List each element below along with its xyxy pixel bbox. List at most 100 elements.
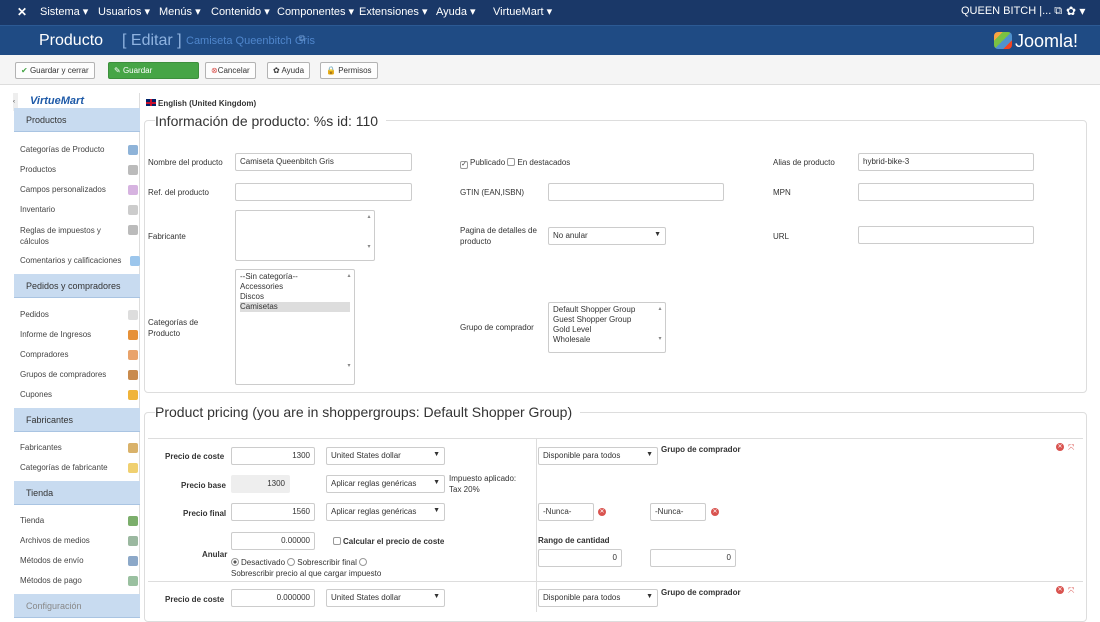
menu-contenido[interactable]: Contenido ▾ <box>211 5 270 18</box>
product-info-title: Información de producto: %s id: 110 <box>155 113 387 129</box>
sidebar-item-pago[interactable]: Métodos de pago <box>20 576 138 586</box>
save-button[interactable]: ✎ Guardar <box>108 62 199 79</box>
price-row-divider <box>148 581 1083 582</box>
menu-menus[interactable]: Menús ▾ <box>159 5 201 18</box>
sidebar-item-envio[interactable]: Métodos de envío <box>20 556 138 566</box>
sidebar-item-inventario[interactable]: Inventario <box>20 205 138 215</box>
ref-input[interactable] <box>235 183 412 201</box>
menu-sistema[interactable]: Sistema ▾ <box>40 5 88 18</box>
override-price-input[interactable]: 0.00000 <box>231 532 315 550</box>
sidebar-item-informe[interactable]: Informe de Ingresos <box>20 330 138 340</box>
caret-down-icon: ▼ <box>654 231 661 238</box>
menu-componentes[interactable]: Componentes ▾ <box>277 5 354 18</box>
currency-select-2[interactable]: United States dollar ▼ <box>326 589 445 607</box>
discount-rules-select[interactable]: Aplicar reglas genéricas ▼ <box>326 503 445 521</box>
drag-icon[interactable]: ⤧ <box>1068 442 1074 453</box>
gtin-input[interactable] <box>548 183 724 201</box>
base-price-value: 1300 <box>231 475 290 493</box>
checkbox-checked-icon: ✓ <box>460 161 468 169</box>
shopper-group-option[interactable]: Gold Level <box>553 325 661 335</box>
override-label: Anular <box>202 550 228 559</box>
remove-price-icon[interactable]: ✕ <box>1056 443 1064 451</box>
payment-icon <box>128 576 138 586</box>
remove-price-icon[interactable]: ✕ <box>1056 586 1064 594</box>
category-option-selected[interactable]: Camisetas <box>240 302 350 312</box>
sidebar-item-cat-fabricante[interactable]: Categorías de fabricante <box>20 463 138 473</box>
currency-select[interactable]: United States dollar ▼ <box>326 447 445 465</box>
alias-label: Alias de producto <box>773 158 835 167</box>
clear-end-date-icon[interactable]: ✕ <box>711 508 719 516</box>
sidebar-section-configuracion[interactable]: Configuración <box>14 594 140 618</box>
shopper-group-option[interactable]: Wholesale <box>553 335 661 345</box>
settings-gear-icon[interactable]: ✿ ▾ <box>1066 4 1085 18</box>
scrollbar[interactable]: ▴ ▾ <box>365 212 373 259</box>
save-close-button[interactable]: ✔ Guardar y cerrar <box>15 62 95 79</box>
radio-icon <box>287 558 296 566</box>
end-date-input[interactable]: -Nunca- <box>650 503 706 521</box>
radio-deactivated[interactable]: Desactivado Sobrescribir final <box>231 557 369 568</box>
category-option[interactable]: --Sin categoría-- <box>240 272 350 282</box>
menu-ayuda[interactable]: Ayuda ▾ <box>436 5 476 18</box>
shopper-group-option[interactable]: Default Shopper Group <box>553 305 661 315</box>
availability-select[interactable]: Disponible para todos ▼ <box>538 447 658 465</box>
alias-input[interactable]: hybrid-bike-3 <box>858 153 1034 171</box>
sidebar-section-tienda[interactable]: Tienda <box>14 481 140 505</box>
sidebar-item-medios[interactable]: Archivos de medios <box>20 536 138 546</box>
sidebar-item-reglas[interactable]: Reglas de impuestos y cálculos <box>20 225 138 247</box>
sidebar-item-categorias-producto[interactable]: Categorías de Producto <box>20 145 138 155</box>
caret-down-icon: ▼ <box>646 593 653 600</box>
clear-start-date-icon[interactable]: ✕ <box>598 508 606 516</box>
mpn-input[interactable] <box>858 183 1034 201</box>
sidebar-item-cupones[interactable]: Cupones <box>20 390 138 400</box>
availability-select-2[interactable]: Disponible para todos ▼ <box>538 589 658 607</box>
sidebar-item-comentarios[interactable]: Comentarios y calificaciones <box>20 256 140 266</box>
url-input[interactable] <box>858 226 1034 244</box>
scrollbar[interactable]: ▴ ▾ <box>656 304 664 351</box>
category-option[interactable]: Discos <box>240 292 350 302</box>
cost-price-input[interactable]: 1300 <box>231 447 315 465</box>
product-name-input[interactable]: Camiseta Queenbitch Gris <box>235 153 412 171</box>
menu-virtuemart[interactable]: VirtueMart ▾ <box>493 5 552 18</box>
quantity-end-input[interactable]: 0 <box>650 549 736 567</box>
tax-rules-select[interactable]: Aplicar reglas genéricas ▼ <box>326 475 445 493</box>
sidebar-section-fabricantes[interactable]: Fabricantes <box>14 408 140 432</box>
final-price-input[interactable]: 1560 <box>231 503 315 521</box>
published-checkbox[interactable]: ✓ Publicado En destacados <box>460 157 570 169</box>
page-title: Producto <box>39 32 104 49</box>
categories-select[interactable]: --Sin categoría-- Accessories Discos Cam… <box>235 269 355 385</box>
shopper-group-select[interactable]: Default Shopper Group Guest Shopper Grou… <box>548 302 666 353</box>
external-link-icon[interactable]: ⧉ <box>299 33 305 44</box>
sidebar-item-pedidos[interactable]: Pedidos <box>20 310 138 320</box>
base-price-label: Precio base <box>181 481 226 490</box>
radio-icon <box>359 558 368 566</box>
sidebar-section-productos[interactable]: Productos <box>14 108 140 132</box>
sidebar-item-campos[interactable]: Campos personalizados <box>20 185 138 195</box>
shopper-group-option[interactable]: Guest Shopper Group <box>553 315 661 325</box>
sidebar-section-pedidos[interactable]: Pedidos y compradores <box>14 274 140 298</box>
sidebar-item-grupos[interactable]: Grupos de compradores <box>20 370 138 380</box>
calc-cost-checkbox[interactable]: Calcular el precio de coste <box>333 536 444 547</box>
sidebar-item-productos[interactable]: Productos <box>20 165 138 175</box>
quantity-start-input[interactable]: 0 <box>538 549 622 567</box>
cancel-button[interactable]: ⊗Cancelar <box>205 62 256 79</box>
manufacturer-label: Fabricante <box>148 232 186 241</box>
cost-price-input-2[interactable]: 0.000000 <box>231 589 315 607</box>
sidebar-item-tienda[interactable]: Tienda <box>20 516 138 526</box>
permissions-button[interactable]: 🔒 Permisos <box>320 62 378 79</box>
sidebar-item-fabricantes[interactable]: Fabricantes <box>20 443 138 453</box>
mpn-label: MPN <box>773 188 791 197</box>
user-menu[interactable]: QUEEN BITCH |... ⧉ <box>961 5 1062 18</box>
menu-usuarios[interactable]: Usuarios ▾ <box>98 5 150 18</box>
drag-icon[interactable]: ⤧ <box>1068 585 1074 596</box>
sidebar-item-compradores[interactable]: Compradores <box>20 350 138 360</box>
start-date-input[interactable]: -Nunca- <box>538 503 594 521</box>
radio-pre-tax-label[interactable]: Sobrescribir precio al que cargar impues… <box>231 568 381 579</box>
help-button[interactable]: ✿ Ayuda <box>267 62 311 79</box>
category-option[interactable]: Accessories <box>240 282 350 292</box>
featured-checkbox[interactable] <box>507 158 516 166</box>
detail-page-select[interactable]: No anular ▼ <box>548 227 666 245</box>
scrollbar[interactable]: ▴ ▾ <box>345 271 353 383</box>
joomla-logo-icon[interactable]: ✕ <box>17 5 27 19</box>
manufacturer-select[interactable]: ▴ ▾ <box>235 210 375 261</box>
menu-extensiones[interactable]: Extensiones ▾ <box>359 5 428 18</box>
